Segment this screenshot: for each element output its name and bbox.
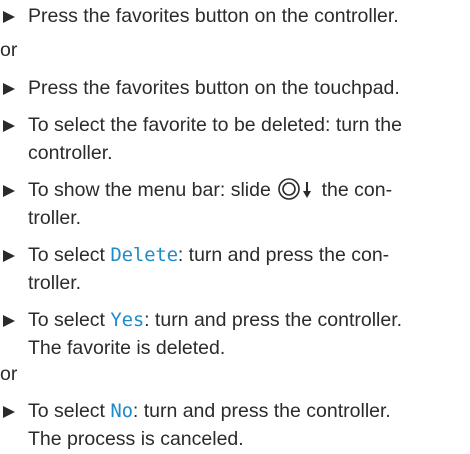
step-text-before: To select — [28, 309, 111, 331]
step-text: Press the favorites button on the contro… — [28, 5, 399, 27]
step-press-favorites-touchpad: Press the favorites button on the touchp… — [0, 74, 468, 102]
instruction-page: Press the favorites button on the contro… — [0, 0, 470, 454]
triangle-right-icon — [3, 74, 19, 102]
step-text-before: To select — [28, 244, 111, 266]
controller-slide-down-icon — [278, 178, 314, 200]
step-text-before: To select — [28, 400, 111, 422]
step-text-after: : turn and press the controller. — [132, 400, 391, 422]
triangle-right-icon — [3, 2, 19, 30]
step-text-after: : turn and press the con- — [177, 244, 390, 266]
step-text: Press the favorites button on the touchp… — [28, 77, 400, 99]
or-separator: or — [0, 363, 18, 385]
step-result-text: The process is canceled. — [28, 428, 244, 450]
step-result-text: The favorite is deleted. — [28, 337, 226, 359]
step-text-line2: troller. — [28, 207, 82, 229]
triangle-right-icon — [3, 176, 19, 204]
menu-term-no: No — [110, 400, 133, 422]
menu-term-yes: Yes — [110, 309, 145, 331]
step-select-no: To select No: turn and press the control… — [0, 397, 468, 453]
triangle-right-icon — [3, 397, 19, 425]
step-select-yes: To select Yes: turn and press the contro… — [0, 306, 468, 362]
triangle-right-icon — [3, 306, 19, 334]
or-separator: or — [0, 39, 18, 61]
step-text-after: : turn and press the controller. — [144, 309, 403, 331]
step-press-favorites-controller: Press the favorites button on the contro… — [0, 2, 468, 30]
triangle-right-icon — [3, 241, 19, 269]
step-text-line2: troller. — [28, 272, 82, 294]
menu-term-delete: Delete — [110, 244, 178, 266]
triangle-right-icon — [3, 111, 19, 139]
step-text-line1: To select the favorite to be deleted: tu… — [28, 114, 402, 136]
step-text-before: To show the menu bar: slide — [28, 179, 277, 201]
step-select-favorite: To select the favorite to be deleted: tu… — [0, 111, 468, 167]
step-show-menu-bar: To show the menu bar: slide the con- tro… — [0, 176, 468, 232]
step-text-after: the con- — [321, 179, 393, 201]
step-select-delete: To select Delete: turn and press the con… — [0, 241, 468, 297]
step-text-line2: controller. — [28, 142, 113, 164]
